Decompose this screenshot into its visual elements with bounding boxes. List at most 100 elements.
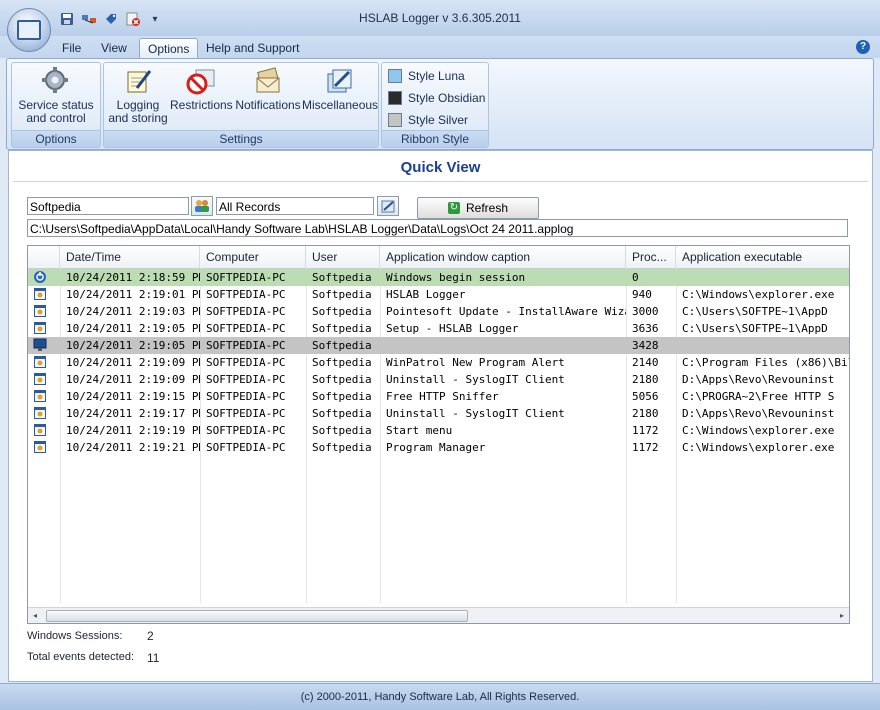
miscellaneous-button[interactable]: Miscellaneous (302, 65, 379, 112)
user-filter-field[interactable]: Softpedia (27, 197, 189, 215)
refresh-label: Refresh (465, 201, 509, 215)
table-row[interactable]: 10/24/2011 2:18:59 PM SOFTPEDIA-PC Softped… (28, 269, 849, 286)
status-bar: (c) 2000-2011, Handy Software Lab, All R… (0, 683, 880, 710)
ribbon-tabs: File View Options Help and Support (0, 36, 880, 59)
cell-computer: SOFTPEDIA-PC (206, 390, 286, 403)
column-header-user[interactable]: User (306, 246, 380, 268)
table-row[interactable]: 10/24/2011 2:19:17 PM SOFTPEDIA-PC Softped… (28, 405, 849, 422)
cell-executable: D:\Apps\Revo\Revouninst (682, 373, 835, 386)
ribbon-panel: Service status and control Options Loggi… (6, 58, 874, 150)
service-status-button[interactable]: Service status and control (14, 65, 98, 125)
cell-datetime: 10/24/2011 2:19:05 PM (66, 339, 200, 352)
window-event-icon (33, 406, 47, 420)
column-header-executable[interactable]: Application executable (676, 246, 849, 268)
table-row[interactable]: 10/24/2011 2:19:05 PM SOFTPEDIA-PC Softped… (28, 320, 849, 337)
scroll-left-icon[interactable]: ◂ (28, 608, 42, 623)
application-menu-button[interactable] (7, 8, 51, 52)
table-row[interactable]: 10/24/2011 2:19:03 PM SOFTPEDIA-PC Softped… (28, 303, 849, 320)
cell-computer: SOFTPEDIA-PC (206, 271, 286, 284)
quick-view-panel: Quick View Softpedia All Records ↻ Refre… (8, 150, 873, 682)
log-path-field[interactable]: C:\Users\Softpedia\AppData\Local\Handy S… (27, 219, 848, 237)
cell-proc: 5056 (632, 390, 659, 403)
service-status-label: Service status and control (18, 98, 94, 125)
cell-datetime: 10/24/2011 2:19:09 PM (66, 356, 200, 369)
column-header-proc[interactable]: Proc... (626, 246, 676, 268)
cell-datetime: 10/24/2011 2:19:05 PM (66, 322, 200, 335)
window-event-icon (33, 355, 47, 369)
table-row[interactable]: 10/24/2011 2:19:15 PM SOFTPEDIA-PC Softped… (28, 388, 849, 405)
column-header-icon[interactable] (28, 246, 60, 268)
cell-computer: SOFTPEDIA-PC (206, 288, 286, 301)
record-filter-field[interactable]: All Records (216, 197, 374, 215)
grid-header: Date/Time Computer User Application wind… (28, 246, 849, 269)
monitor-icon (33, 338, 47, 352)
cell-computer: SOFTPEDIA-PC (206, 424, 286, 437)
cell-user: Softpedia (312, 407, 372, 420)
table-row[interactable]: 10/24/2011 2:19:09 PM SOFTPEDIA-PC Softped… (28, 371, 849, 388)
window-event-icon (33, 321, 47, 335)
tab-view[interactable]: View (93, 38, 135, 58)
group-ribbon-style: Style Luna Style Obsidian Style Silver R… (381, 62, 489, 148)
style-luna-swatch (388, 69, 402, 83)
sessions-label: Windows Sessions: (27, 630, 123, 642)
table-row[interactable]: 10/24/2011 2:19:09 PM SOFTPEDIA-PC Softped… (28, 354, 849, 371)
refresh-icon: ↻ (447, 202, 460, 214)
cell-user: Softpedia (312, 424, 372, 437)
scroll-right-icon[interactable]: ▸ (835, 608, 849, 623)
tab-help-and-support[interactable]: Help and Support (198, 38, 307, 58)
session-icon (33, 270, 47, 284)
window-title: HSLAB Logger v 3.6.305.2011 (359, 11, 521, 25)
select-user-button[interactable] (191, 196, 213, 216)
cell-proc: 3000 (632, 305, 659, 318)
cell-user: Softpedia (312, 271, 372, 284)
tab-file[interactable]: File (54, 38, 89, 58)
style-obsidian-option[interactable]: Style Obsidian (388, 89, 485, 107)
logging-and-storing-button[interactable]: Logging and storing (106, 65, 170, 125)
column-header-computer[interactable]: Computer (200, 246, 306, 268)
miscellaneous-label: Miscellaneous (302, 98, 379, 112)
cell-executable: C:\Windows\explorer.exe (682, 441, 835, 454)
column-header-datetime[interactable]: Date/Time (60, 246, 200, 268)
restrictions-label: Restrictions (170, 98, 233, 112)
cell-computer: SOFTPEDIA-PC (206, 356, 286, 369)
style-luna-label: Style Luna (408, 69, 465, 83)
notifications-button[interactable]: Notifications (234, 65, 302, 112)
help-icon[interactable]: ? (856, 40, 870, 54)
cell-datetime: 10/24/2011 2:19:15 PM (66, 390, 200, 403)
style-silver-option[interactable]: Style Silver (388, 111, 468, 129)
cell-user: Softpedia (312, 339, 372, 352)
cell-caption: Free HTTP Sniffer (386, 390, 499, 403)
group-settings-label: Settings (104, 130, 378, 147)
table-row[interactable]: 10/24/2011 2:19:21 PM SOFTPEDIA-PC Softped… (28, 439, 849, 456)
cell-computer: SOFTPEDIA-PC (206, 305, 286, 318)
notepad-pen-icon (122, 65, 154, 97)
cell-proc: 0 (632, 271, 639, 284)
table-row[interactable]: 10/24/2011 2:19:19 PM SOFTPEDIA-PC Softped… (28, 422, 849, 439)
scrollbar-thumb[interactable] (46, 610, 468, 622)
events-label: Total events detected: (27, 651, 135, 663)
tab-options[interactable]: Options (139, 38, 199, 59)
cell-datetime: 10/24/2011 2:19:19 PM (66, 424, 200, 437)
style-luna-option[interactable]: Style Luna (388, 67, 465, 85)
cell-datetime: 10/24/2011 2:19:09 PM (66, 373, 200, 386)
cell-user: Softpedia (312, 373, 372, 386)
monitor-icon (17, 20, 41, 40)
service-gear-icon (40, 65, 72, 97)
restrictions-button[interactable]: Restrictions (170, 65, 233, 112)
cell-datetime: 10/24/2011 2:19:03 PM (66, 305, 200, 318)
logging-and-storing-label: Logging and storing (108, 98, 168, 125)
filter-records-button[interactable] (377, 196, 399, 216)
miscellaneous-icon (323, 65, 355, 97)
table-row[interactable]: 10/24/2011 2:19:01 PM SOFTPEDIA-PC Softped… (28, 286, 849, 303)
column-header-caption[interactable]: Application window caption (380, 246, 626, 268)
cell-caption (380, 337, 626, 354)
table-row[interactable]: 10/24/2011 2:19:05 PM SOFTPEDIA-PC Softped… (28, 337, 849, 354)
group-options-label: Options (12, 130, 100, 147)
restriction-icon (185, 65, 217, 97)
cell-executable: D:\Apps\Revo\Revouninst (682, 407, 835, 420)
refresh-button[interactable]: ↻ Refresh (417, 197, 539, 219)
horizontal-scrollbar[interactable]: ◂ ▸ (28, 607, 849, 623)
window-event-icon (33, 440, 47, 454)
cell-caption: Setup - HSLAB Logger (386, 322, 519, 335)
cell-datetime: 10/24/2011 2:19:17 PM (66, 407, 200, 420)
